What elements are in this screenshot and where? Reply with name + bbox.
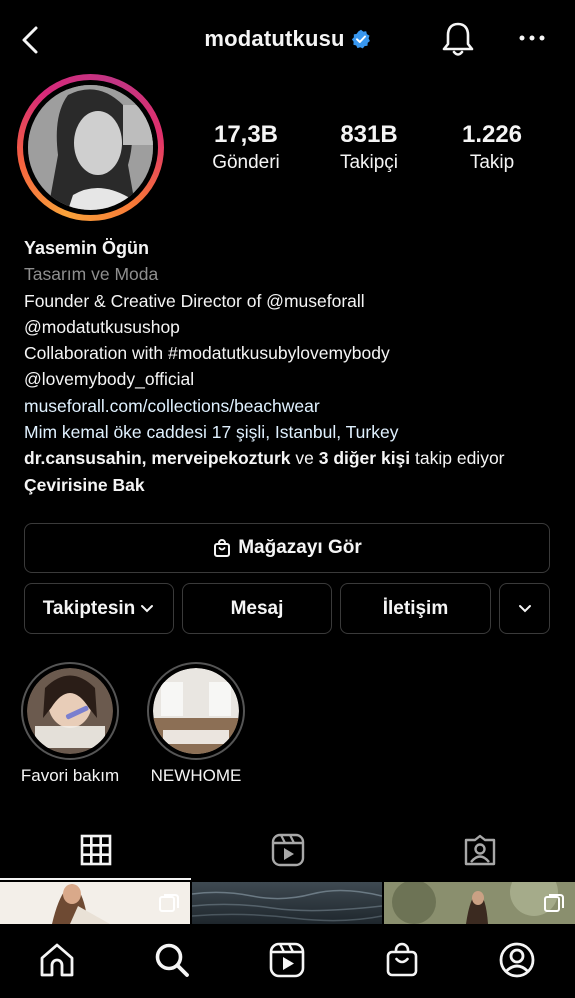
nav-profile[interactable] — [497, 940, 537, 980]
stat-label: Takipçi — [339, 152, 399, 173]
nav-search[interactable] — [152, 940, 192, 980]
tab-tagged[interactable] — [384, 820, 575, 880]
followed-by-names: dr.cansusahin, merveipekozturk — [24, 448, 291, 469]
chevron-down-icon — [518, 604, 531, 612]
profile-category: Tasarım ve Moda — [24, 264, 159, 285]
chevron-down-icon — [141, 604, 154, 612]
avatar — [28, 85, 153, 210]
bio-line: Founder & Creative Director of @musefora… — [24, 290, 365, 311]
bio-address[interactable]: Mim kemal öke caddesi 17 şişli, Istanbul… — [24, 419, 564, 445]
highlight-label: Favori bakım — [20, 766, 120, 785]
post-thumbnail[interactable] — [0, 882, 190, 924]
bio-line[interactable]: @lovemybody_official — [24, 366, 564, 392]
following-label: Takiptesin — [42, 597, 136, 619]
view-shop-label: Mağazayı Gör — [238, 537, 362, 558]
suggested-accounts-button[interactable] — [499, 583, 550, 634]
view-shop-button[interactable]: Mağazayı Gör — [24, 523, 550, 573]
followed-by-and: ve — [290, 448, 319, 469]
search-icon — [155, 943, 189, 977]
stat-posts[interactable]: 17,3B Gönderi — [181, 120, 311, 176]
multiple-posts-icon — [544, 894, 564, 912]
followed-by-suffix: takip ediyor — [410, 448, 505, 469]
tagged-icon — [464, 834, 495, 866]
stat-following[interactable]: 1.226 Takip — [427, 120, 557, 176]
see-translation-link[interactable]: Çevirisine Bak — [24, 472, 564, 498]
followed-by[interactable]: dr.cansusahin, merveipekozturk ve 3 diğe… — [24, 445, 564, 471]
following-button[interactable]: Takiptesin — [24, 583, 174, 634]
stat-value: 831B — [340, 121, 398, 148]
followed-by-others: 3 diğer kişi — [318, 448, 411, 469]
shop-icon — [386, 942, 418, 977]
message-label: Mesaj — [230, 597, 284, 619]
highlight-cover — [27, 668, 113, 754]
bio-line: Collaboration with #modatutkusubylovemyb… — [24, 343, 390, 364]
nav-shop[interactable] — [382, 940, 422, 980]
post-thumbnail[interactable] — [191, 882, 383, 924]
reels-icon — [271, 833, 304, 867]
profile-icon — [499, 942, 535, 978]
home-icon — [40, 943, 74, 977]
bio-website-link[interactable]: museforall.com/collections/beachwear — [24, 393, 564, 419]
profile-username-header: modatutkusu — [0, 26, 575, 52]
post-thumbnail[interactable] — [384, 880, 575, 924]
profile-name: Yasemin Ögün — [24, 238, 150, 258]
grid-icon — [80, 834, 111, 866]
username: modatutkusu — [204, 26, 345, 51]
highlight-newhome[interactable]: NEWHOME — [131, 662, 261, 786]
bell-icon[interactable] — [440, 18, 476, 60]
highlight-label: NEWHOME — [150, 766, 242, 785]
reels-icon — [269, 942, 305, 978]
stat-followers[interactable]: 831B Takipçi — [304, 120, 434, 176]
multiple-posts-icon — [159, 894, 179, 912]
stat-label: Takip — [469, 152, 515, 173]
top-bar: modatutkusu — [0, 0, 575, 80]
tab-posts[interactable] — [0, 820, 191, 880]
shopping-bag-icon — [214, 539, 231, 557]
highlight-cover — [153, 668, 239, 754]
profile-bio: Yasemin Ögün Tasarım ve Moda Founder & C… — [24, 235, 564, 498]
stat-label: Gönderi — [212, 152, 280, 173]
highlight-favori-bakim[interactable]: Favori bakım — [5, 662, 135, 786]
stat-value: 1.226 — [461, 121, 523, 148]
nav-reels[interactable] — [267, 940, 307, 980]
contact-button[interactable]: İletişim — [340, 583, 491, 634]
more-icon[interactable] — [516, 28, 548, 48]
posts-grid — [0, 880, 575, 924]
verified-badge-icon — [351, 29, 370, 49]
tab-reels[interactable] — [192, 820, 383, 880]
story-ring[interactable] — [17, 74, 164, 221]
profile-tabs — [0, 820, 575, 880]
bottom-navigation — [0, 924, 575, 998]
message-button[interactable]: Mesaj — [182, 583, 332, 634]
stat-value: 17,3B — [213, 121, 279, 148]
bio-line[interactable]: @modatutkusushop — [24, 314, 564, 340]
contact-label: İletişim — [382, 597, 449, 619]
nav-home[interactable] — [37, 940, 77, 980]
